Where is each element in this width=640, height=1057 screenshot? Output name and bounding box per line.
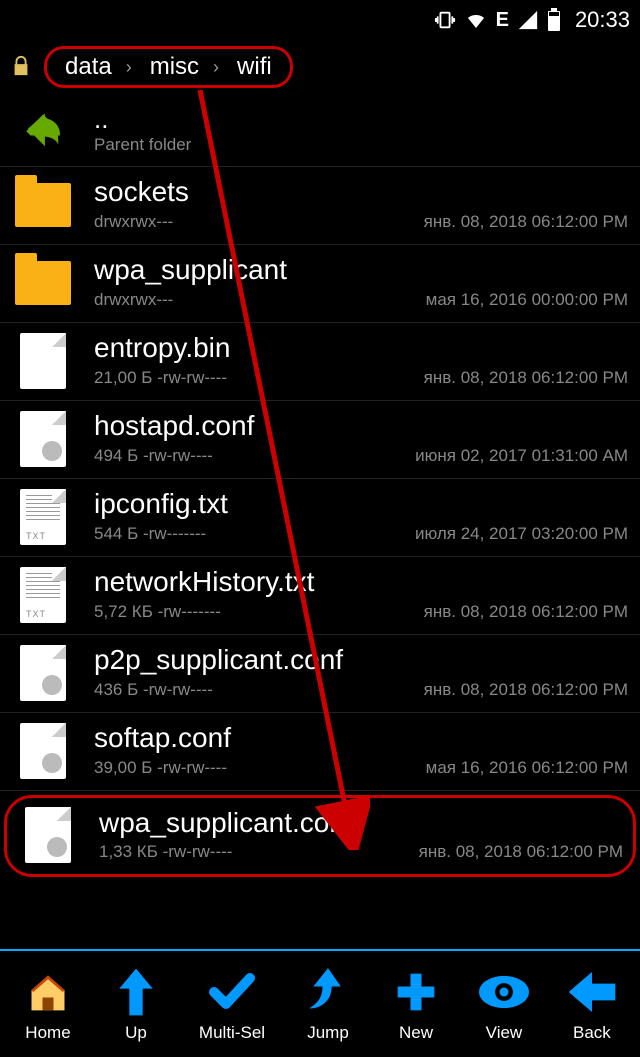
home-button[interactable]: Home	[23, 967, 73, 1043]
toolbar-label: View	[486, 1023, 523, 1043]
plus-icon	[391, 967, 441, 1017]
file-row[interactable]: wpa_supplicant.conf 1,33 КБ -rw-rw---- янв…	[4, 795, 636, 877]
toolbar-label: Jump	[307, 1023, 349, 1043]
item-date: янв. 08, 2018 06:12:00 PM	[419, 842, 623, 862]
status-bar: E 20:33	[0, 0, 640, 40]
bottom-toolbar: Home Up Multi-Sel Jump New View Back	[0, 949, 640, 1057]
item-meta: 494 Б -rw-rw----	[94, 446, 213, 466]
item-name: ipconfig.txt	[94, 489, 628, 520]
lock-icon[interactable]	[10, 55, 34, 79]
vibrate-icon	[434, 9, 456, 31]
item-name: wpa_supplicant	[94, 255, 628, 286]
folder-icon	[15, 261, 71, 305]
network-edge-icon: E	[496, 9, 509, 32]
file-row[interactable]: p2p_supplicant.conf 436 Б -rw-rw---- янв. …	[0, 635, 640, 713]
item-meta: 1,33 КБ -rw-rw----	[99, 842, 232, 862]
item-name: p2p_supplicant.conf	[94, 645, 628, 676]
txt-file-icon	[20, 489, 66, 545]
conf-file-icon	[20, 645, 66, 701]
toolbar-label: Multi-Sel	[199, 1023, 265, 1043]
item-date: июля 24, 2017 03:20:00 PM	[415, 524, 628, 544]
breadcrumb-segment[interactable]: misc›	[150, 53, 219, 81]
chevron-right-icon: ›	[126, 57, 132, 78]
jump-button[interactable]: Jump	[303, 967, 353, 1043]
file-row[interactable]: hostapd.conf 494 Б -rw-rw---- июня 02, 201…	[0, 401, 640, 479]
jump-icon	[303, 967, 353, 1017]
wifi-icon	[464, 8, 488, 32]
file-row[interactable]: entropy.bin 21,00 Б -rw-rw---- янв. 08, 20…	[0, 323, 640, 401]
item-date: июня 02, 2017 01:31:00 AM	[415, 446, 628, 466]
item-date: мая 16, 2016 06:12:00 PM	[426, 758, 628, 778]
file-row[interactable]: softap.conf 39,00 Б -rw-rw---- мая 16, 201…	[0, 713, 640, 791]
item-date: янв. 08, 2018 06:12:00 PM	[424, 680, 628, 700]
new-button[interactable]: New	[391, 967, 441, 1043]
toolbar-label: Up	[125, 1023, 147, 1043]
back-arrow-icon	[567, 967, 617, 1017]
item-meta: 5,72 КБ -rw-------	[94, 602, 221, 622]
view-button[interactable]: View	[479, 967, 529, 1043]
conf-file-icon	[20, 411, 66, 467]
breadcrumb-row: data› misc› wifi	[0, 40, 640, 94]
txt-file-icon	[20, 567, 66, 623]
parent-dots: ..	[94, 104, 628, 135]
back-button[interactable]: Back	[567, 967, 617, 1043]
item-name: networkHistory.txt	[94, 567, 628, 598]
item-name: sockets	[94, 177, 628, 208]
signal-icon	[517, 9, 539, 31]
toolbar-label: Back	[573, 1023, 611, 1043]
home-icon	[23, 967, 73, 1017]
parent-label: Parent folder	[94, 135, 628, 155]
item-date: мая 16, 2016 00:00:00 PM	[426, 290, 628, 310]
item-meta: drwxrwx---	[94, 212, 173, 232]
conf-file-icon	[25, 807, 71, 863]
item-name: hostapd.conf	[94, 411, 628, 442]
item-name: softap.conf	[94, 723, 628, 754]
up-button[interactable]: Up	[111, 967, 161, 1043]
folder-row[interactable]: wpa_supplicant drwxrwx--- мая 16, 2016 00:…	[0, 245, 640, 323]
folder-row[interactable]: sockets drwxrwx--- янв. 08, 2018 06:12:00 …	[0, 167, 640, 245]
item-meta: drwxrwx---	[94, 290, 173, 310]
file-row[interactable]: ipconfig.txt 544 Б -rw------- июля 24, 201…	[0, 479, 640, 557]
breadcrumb[interactable]: data› misc› wifi	[44, 46, 293, 88]
conf-file-icon	[20, 723, 66, 779]
item-date: янв. 08, 2018 06:12:00 PM	[424, 602, 628, 622]
toolbar-label: New	[399, 1023, 433, 1043]
back-arrow-icon	[20, 106, 66, 152]
item-name: entropy.bin	[94, 333, 628, 364]
check-icon	[207, 967, 257, 1017]
item-name: wpa_supplicant.conf	[99, 808, 623, 839]
chevron-right-icon: ›	[213, 57, 219, 78]
eye-icon	[479, 967, 529, 1017]
up-arrow-icon	[111, 967, 161, 1017]
item-date: янв. 08, 2018 06:12:00 PM	[424, 368, 628, 388]
item-meta: 544 Б -rw-------	[94, 524, 206, 544]
clock: 20:33	[575, 7, 630, 33]
toolbar-label: Home	[25, 1023, 70, 1043]
battery-icon	[547, 8, 561, 32]
file-icon	[20, 333, 66, 389]
item-meta: 39,00 Б -rw-rw----	[94, 758, 227, 778]
file-row[interactable]: networkHistory.txt 5,72 КБ -rw------- янв.…	[0, 557, 640, 635]
breadcrumb-segment[interactable]: data›	[65, 53, 132, 81]
parent-folder-row[interactable]: .. Parent folder	[0, 94, 640, 167]
file-list[interactable]: .. Parent folder sockets drwxrwx--- янв. 0…	[0, 94, 640, 877]
item-meta: 21,00 Б -rw-rw----	[94, 368, 227, 388]
breadcrumb-segment[interactable]: wifi	[237, 53, 272, 81]
folder-icon	[15, 183, 71, 227]
item-date: янв. 08, 2018 06:12:00 PM	[424, 212, 628, 232]
item-meta: 436 Б -rw-rw----	[94, 680, 213, 700]
multisel-button[interactable]: Multi-Sel	[199, 967, 265, 1043]
